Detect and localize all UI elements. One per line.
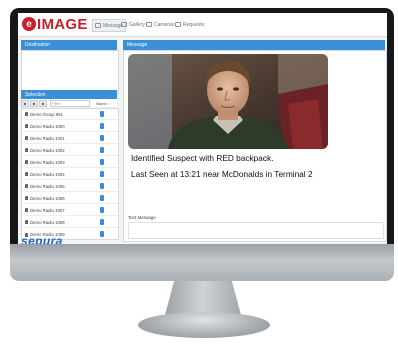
- person-icon: [25, 184, 28, 188]
- person-icon: [25, 208, 28, 212]
- message-line-2: Last Seen at 13:21 near McDonalds in Ter…: [131, 169, 313, 179]
- group-filter-button[interactable]: ■: [30, 99, 38, 107]
- filter-input[interactable]: Filter: [50, 99, 90, 107]
- tab-requests[interactable]: Requests: [175, 19, 204, 30]
- list-item[interactable]: Demo Radio 1003: [22, 157, 118, 168]
- destination-title: Destination: [25, 42, 51, 48]
- camera-icon: [146, 22, 152, 27]
- logo-text: IMAGE: [37, 15, 88, 33]
- list-item[interactable]: Demo Radio 1002: [22, 145, 118, 156]
- app-screen: e IMAGE Message Gallery Cameras Requests…: [18, 13, 387, 244]
- tab-cameras[interactable]: Cameras: [146, 19, 174, 30]
- app-logo[interactable]: e IMAGE: [22, 15, 88, 33]
- radio-status-icon: [100, 171, 104, 177]
- radio-status-icon: [100, 207, 104, 213]
- radio-status-icon: [100, 183, 104, 189]
- person-icon: [25, 220, 28, 224]
- gallery-icon: [121, 22, 127, 27]
- person-icon: [25, 172, 28, 176]
- list-item[interactable]: Demo Radio 1008: [22, 217, 118, 228]
- list-item[interactable]: Demo Radio 1007: [22, 205, 118, 216]
- radio-status-icon: [100, 159, 104, 165]
- destination-box[interactable]: [21, 50, 119, 94]
- destination-header: Destination: [21, 40, 117, 50]
- sepura-logo: sepura: [21, 234, 63, 244]
- monitor-stand-base: [138, 312, 270, 338]
- list-item[interactable]: Demo Radio 1004: [22, 169, 118, 180]
- sort-select[interactable]: Name ↓: [96, 101, 110, 106]
- person-icon: [25, 136, 28, 140]
- radio-status-icon: [100, 231, 104, 237]
- list-item[interactable]: Demo Radio 1005: [22, 181, 118, 192]
- message-line-1: Identified Suspect with RED backpack.: [131, 153, 274, 163]
- suspect-photo[interactable]: [128, 54, 328, 149]
- suspect-photo-image: [128, 54, 328, 149]
- person-icon: [25, 160, 28, 164]
- message-title: Message: [127, 42, 148, 48]
- tab-gallery[interactable]: Gallery: [121, 19, 145, 30]
- text-message-label: Text Message: [128, 215, 156, 220]
- radio-list: Demo Group 991 Demo Radio 1000 Demo Radi…: [21, 108, 119, 240]
- radio-status-icon: [100, 111, 104, 117]
- selection-title: Selection: [25, 92, 46, 98]
- person-icon: [25, 196, 28, 200]
- list-item[interactable]: Demo Group 991: [22, 109, 118, 120]
- text-message-input[interactable]: [128, 222, 384, 239]
- message-header: Message: [123, 40, 385, 50]
- tab-label: Cameras: [154, 21, 175, 28]
- select-all-button[interactable]: ■: [21, 99, 29, 107]
- top-bar: e IMAGE Message Gallery Cameras Requests: [18, 13, 387, 37]
- monitor-stand-neck: [165, 281, 241, 315]
- logo-mark: e: [22, 17, 36, 31]
- requests-icon: [175, 22, 181, 27]
- selection-toolbar: ■ ■ ■ Filter Name ↓: [21, 99, 117, 107]
- radio-status-icon: [100, 123, 104, 129]
- radio-filter-button[interactable]: ■: [39, 99, 47, 107]
- person-icon: [25, 148, 28, 152]
- list-item[interactable]: Demo Radio 1000: [22, 121, 118, 132]
- radio-status-icon: [100, 147, 104, 153]
- radio-status-icon: [100, 195, 104, 201]
- radio-status-icon: [100, 219, 104, 225]
- monitor-chin: [10, 244, 394, 281]
- list-item[interactable]: Demo Radio 1006: [22, 193, 118, 204]
- radio-status-icon: [100, 135, 104, 141]
- person-icon: [25, 124, 28, 128]
- tab-label: Gallery: [129, 21, 145, 28]
- group-icon: [25, 112, 28, 116]
- list-item[interactable]: Demo Radio 1001: [22, 133, 118, 144]
- tab-label: Requests: [183, 21, 205, 28]
- message-icon: [95, 23, 101, 28]
